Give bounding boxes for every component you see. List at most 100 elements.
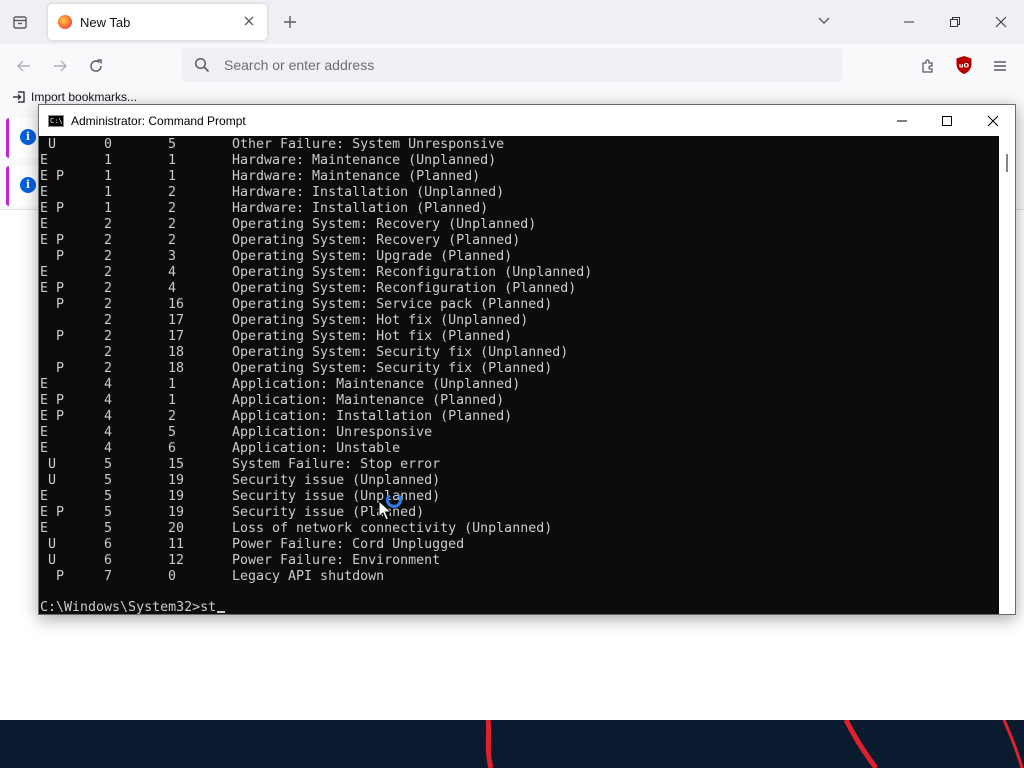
firefox-logo-icon	[58, 15, 72, 29]
row-minor: 2	[168, 217, 177, 232]
tab-new-tab[interactable]: New Tab	[48, 4, 267, 40]
new-tab-icon[interactable]	[278, 10, 302, 34]
row-description: Operating System: Reconfiguration (Plann…	[232, 281, 577, 296]
address-bar[interactable]: Search or enter address	[182, 48, 842, 82]
import-bookmarks-button[interactable]: Import bookmarks...	[12, 90, 137, 104]
firefox-view-icon[interactable]	[6, 8, 34, 36]
row-flags: U	[40, 553, 57, 568]
command-prompt-window[interactable]: C:\ Administrator: Command Prompt U 0 5 Oth…	[38, 104, 1016, 615]
browser-tab-bar: New Tab	[0, 0, 1024, 44]
row-major: 2	[104, 313, 113, 328]
row-description: Other Failure: System Unresponsive	[232, 137, 505, 152]
row-flags: E P	[40, 393, 65, 408]
back-arrow-icon[interactable]	[11, 53, 37, 79]
row-minor: 5	[168, 137, 177, 152]
info-icon: i	[20, 177, 36, 193]
row-minor: 2	[168, 185, 177, 200]
row-flags: E	[40, 265, 49, 280]
minimize-window-icon[interactable]	[886, 0, 932, 44]
row-flags: U	[40, 457, 57, 472]
row-major: 4	[104, 409, 113, 424]
row-description: Power Failure: Cord Unplugged	[232, 537, 465, 552]
row-description: Operating System: Hot fix (Planned)	[232, 329, 513, 344]
row-description: Operating System: Upgrade (Planned)	[232, 249, 513, 264]
forward-arrow-icon[interactable]	[47, 53, 73, 79]
row-description: Power Failure: Environment	[232, 553, 441, 568]
row-description: Application: Installation (Planned)	[232, 409, 513, 424]
row-major: 0	[104, 137, 113, 152]
row-major: 2	[104, 345, 113, 360]
desktop-screen: New Tab Search or enter address uO Impor…	[0, 0, 1024, 768]
row-description: Application: Maintenance (Planned)	[232, 393, 505, 408]
row-flags: P	[40, 249, 65, 264]
row-major: 5	[104, 489, 113, 504]
cmd-scrollbar-thumb[interactable]	[1006, 154, 1008, 172]
close-window-icon[interactable]	[978, 0, 1024, 44]
row-description: Security issue (Unplanned)	[232, 489, 441, 504]
row-flags: E P	[40, 169, 65, 184]
ublock-origin-icon[interactable]: uO	[955, 55, 973, 75]
row-flags: E	[40, 153, 49, 168]
row-description: Application: Maintenance (Unplanned)	[232, 377, 521, 392]
list-all-tabs-chevron-icon[interactable]	[816, 12, 836, 32]
extensions-icon[interactable]	[915, 53, 941, 79]
row-major: 2	[104, 217, 113, 232]
browser-nav-bar: Search or enter address uO	[0, 44, 1024, 86]
row-major: 1	[104, 153, 113, 168]
row-description: Operating System: Security fix (Planned)	[232, 361, 553, 376]
row-major: 1	[104, 185, 113, 200]
svg-text:uO: uO	[959, 62, 970, 70]
row-minor: 4	[168, 281, 177, 296]
row-minor: 4	[168, 265, 177, 280]
close-tab-icon[interactable]	[241, 13, 257, 29]
row-description: Operating System: Hot fix (Unplanned)	[232, 313, 529, 328]
row-flags: P	[40, 361, 65, 376]
row-flags: U	[40, 137, 57, 152]
row-major: 5	[104, 457, 113, 472]
row-minor: 18	[168, 361, 185, 376]
row-minor: 1	[168, 393, 177, 408]
search-icon	[194, 57, 210, 73]
reload-icon[interactable]	[83, 53, 109, 79]
terminal-icon: C:\	[48, 114, 64, 127]
row-flags: U	[40, 537, 57, 552]
tab-title: New Tab	[80, 14, 131, 30]
row-flags: E	[40, 441, 49, 456]
cmd-output[interactable]: U 0 5 Other Failure: System Unresponsive E 1 1…	[39, 136, 999, 614]
row-major: 7	[104, 569, 113, 584]
cmd-prompt-text: C:\Windows\System32>st	[40, 600, 217, 614]
cmd-maximize-icon[interactable]	[924, 105, 970, 136]
row-minor: 2	[168, 409, 177, 424]
cmd-close-icon[interactable]	[970, 105, 1016, 136]
row-minor: 16	[168, 297, 185, 312]
row-major: 5	[104, 473, 113, 488]
row-minor: 3	[168, 249, 177, 264]
row-minor: 17	[168, 329, 185, 344]
cmd-prompt-line[interactable]: C:\Windows\System32>st	[40, 600, 226, 614]
mouse-pointer-icon	[378, 500, 392, 521]
row-minor: 2	[168, 233, 177, 248]
row-description: Operating System: Recovery (Planned)	[232, 233, 521, 248]
row-minor: 11	[168, 537, 185, 552]
row-minor: 15	[168, 457, 185, 472]
hamburger-menu-icon[interactable]	[987, 53, 1013, 79]
row-description: Hardware: Installation (Unplanned)	[232, 185, 505, 200]
row-minor: 0	[168, 569, 177, 584]
row-flags: E	[40, 217, 49, 232]
row-minor: 12	[168, 553, 185, 568]
row-flags: P	[40, 297, 65, 312]
row-minor: 2	[168, 201, 177, 216]
row-major: 5	[104, 505, 113, 520]
info-icon: i	[20, 129, 36, 145]
cmd-minimize-icon[interactable]	[879, 105, 925, 136]
cmd-scrollbar[interactable]	[999, 136, 1015, 614]
row-flags: U	[40, 473, 57, 488]
restore-window-icon[interactable]	[932, 0, 978, 44]
row-description: Application: Unresponsive	[232, 425, 433, 440]
row-minor: 19	[168, 505, 185, 520]
row-major: 2	[104, 233, 113, 248]
cmd-title-bar[interactable]: C:\ Administrator: Command Prompt	[39, 105, 1015, 136]
row-major: 5	[104, 521, 113, 536]
row-description: Operating System: Recovery (Unplanned)	[232, 217, 537, 232]
row-minor: 20	[168, 521, 185, 536]
